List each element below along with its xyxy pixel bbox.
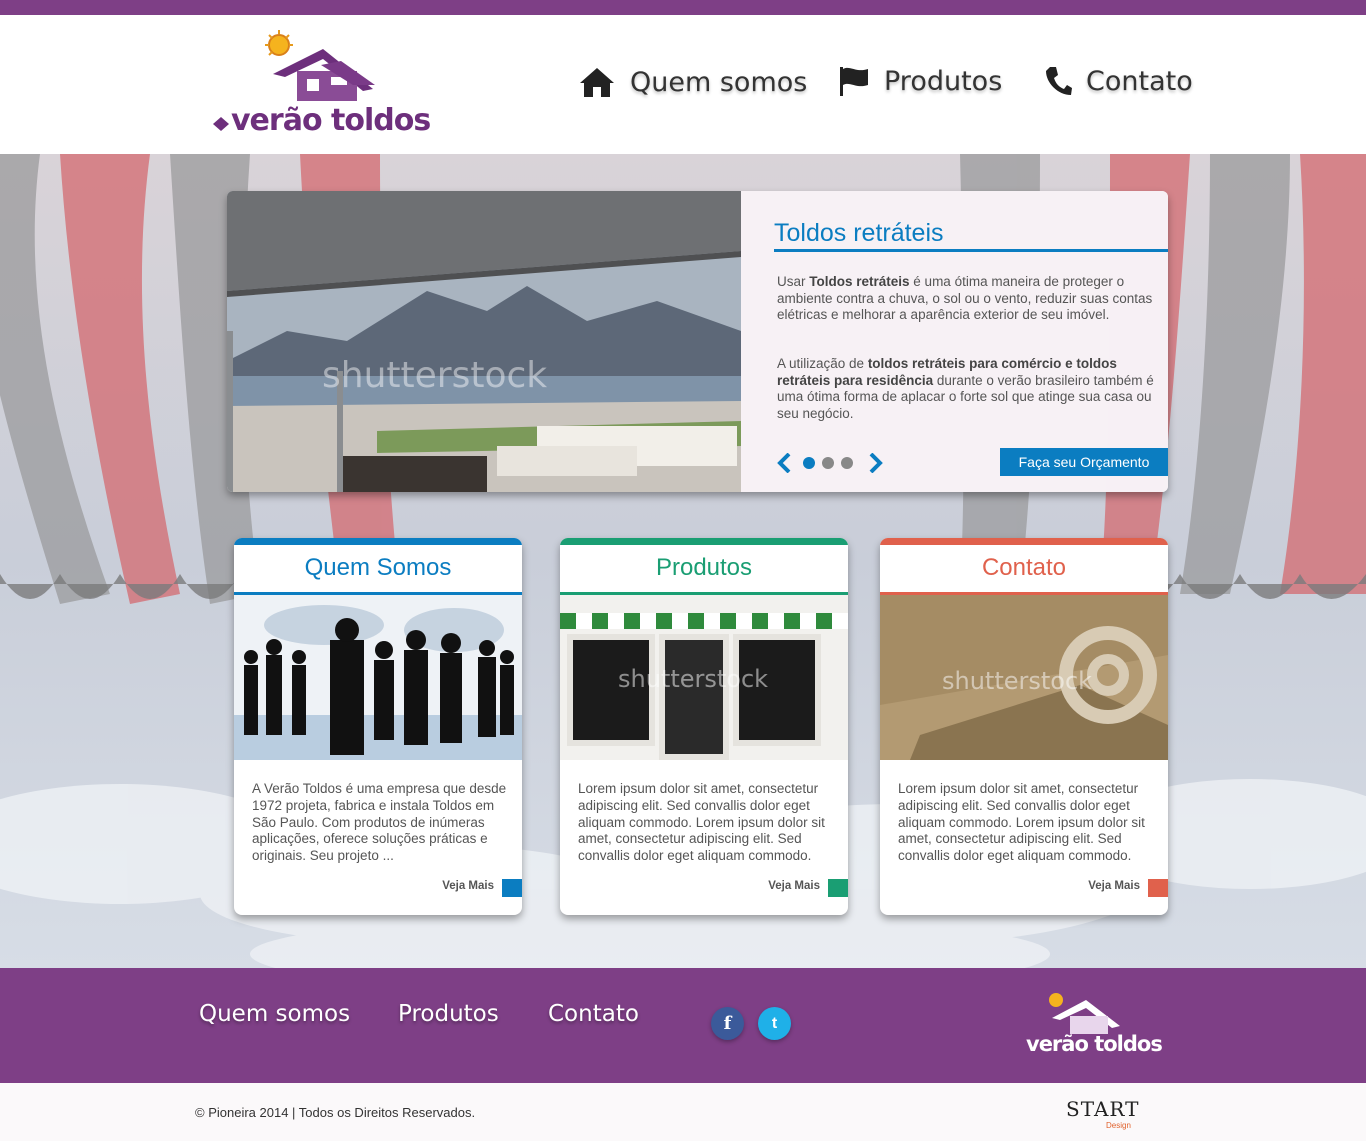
credit-sub: Design (1106, 1121, 1131, 1130)
text: Usar (777, 274, 810, 289)
card-marker (828, 879, 848, 897)
brand-logo[interactable]: verão toldos (203, 29, 453, 139)
card-quem-somos: Quem Somos A Verão Toldos é uma empresa … (234, 538, 522, 915)
site-footer: Quem somos Produtos Contato f t verão to… (0, 968, 1366, 1083)
designer-credit[interactable]: START Design (1066, 1097, 1146, 1133)
card-marker (1148, 879, 1168, 897)
text: A utilização de (777, 356, 868, 371)
card-text: Lorem ipsum dolor sit amet, consectetur … (578, 781, 825, 864)
card-title: Produtos (655, 554, 753, 581)
top-accent-strip (0, 0, 1366, 15)
card-marker (502, 879, 522, 897)
logo-house-icon (1049, 993, 1120, 1034)
nav-label: Contato (1086, 65, 1193, 97)
footer-link-quem-somos[interactable]: Quem somos (199, 1001, 350, 1027)
nav-label: Produtos (884, 65, 1003, 97)
card-title: Quem Somos (304, 554, 452, 581)
brand-name: verão toldos (1026, 1032, 1163, 1056)
card-title: Contato (981, 554, 1067, 581)
slider-dot-1[interactable] (803, 457, 815, 469)
card-accent (880, 538, 1168, 545)
nav-contato[interactable]: Contato (1044, 65, 1193, 97)
copyright-text: © Pioneira 2014 | Todos os Direitos Rese… (195, 1105, 476, 1120)
quote-button[interactable]: Faça seu Orçamento (1000, 448, 1168, 476)
facebook-icon[interactable]: f (711, 1007, 744, 1040)
slide-image: shutterstock (227, 191, 741, 492)
slider-dot-3[interactable] (841, 457, 853, 469)
watermark: shutterstock (618, 665, 768, 693)
card-contato: Contato shutterstock Lorem ipsum dolor s… (880, 538, 1168, 915)
slider-dot-2[interactable] (822, 457, 834, 469)
business-people-image (234, 595, 522, 760)
flag-icon (840, 67, 868, 96)
twitter-icon[interactable]: t (758, 1007, 791, 1040)
watermark: shutterstock (942, 667, 1092, 695)
hero-slider: shutterstock Toldos retráteis Usar Toldo… (227, 191, 1168, 492)
nav-quem-somos[interactable]: Quem somos (578, 65, 807, 99)
card-text: A Verão Toldos é uma empresa que desde 1… (252, 781, 507, 864)
prev-arrow-icon[interactable] (776, 453, 792, 473)
watermark: shutterstock (322, 355, 547, 396)
storefront-image: shutterstock (560, 595, 848, 760)
slide-title: Toldos retráteis (774, 219, 944, 247)
site-header: verão toldos Quem somos Produtos Contato (0, 15, 1366, 154)
slide-paragraph-2: A utilização de toldos retráteis para co… (777, 356, 1161, 422)
at-sign-image: shutterstock (880, 595, 1168, 760)
nav-label: Quem somos (630, 66, 808, 98)
brand-name: verão toldos (231, 103, 431, 138)
slide-paragraph-1: Usar Toldos retráteis é uma ótima maneir… (777, 274, 1161, 324)
home-icon (580, 68, 614, 97)
nav-produtos[interactable]: Produtos (838, 65, 1002, 97)
phone-icon (1046, 67, 1072, 95)
card-accent (234, 538, 522, 545)
bottom-bar: © Pioneira 2014 | Todos os Direitos Rese… (0, 1083, 1366, 1141)
next-arrow-icon[interactable] (868, 453, 884, 473)
card-accent (560, 538, 848, 545)
bold-text: Toldos retráteis (809, 274, 910, 289)
see-more-link[interactable]: Veja Mais (768, 880, 820, 892)
card-produtos: Produtos shutterstock Lorem ipsum dolor … (560, 538, 848, 915)
credit-main: START (1066, 1097, 1140, 1121)
footer-logo[interactable]: verão toldos (1008, 988, 1173, 1063)
card-text: Lorem ipsum dolor sit amet, consectetur … (898, 781, 1145, 864)
see-more-link[interactable]: Veja Mais (442, 880, 494, 892)
see-more-link[interactable]: Veja Mais (1088, 880, 1140, 892)
slide-content: Toldos retráteis Usar Toldos retráteis é… (741, 191, 1168, 492)
footer-link-produtos[interactable]: Produtos (398, 1001, 499, 1027)
footer-link-contato[interactable]: Contato (548, 1001, 639, 1027)
hero-section: shutterstock Toldos retráteis Usar Toldo… (0, 154, 1366, 968)
title-divider (774, 249, 1168, 252)
